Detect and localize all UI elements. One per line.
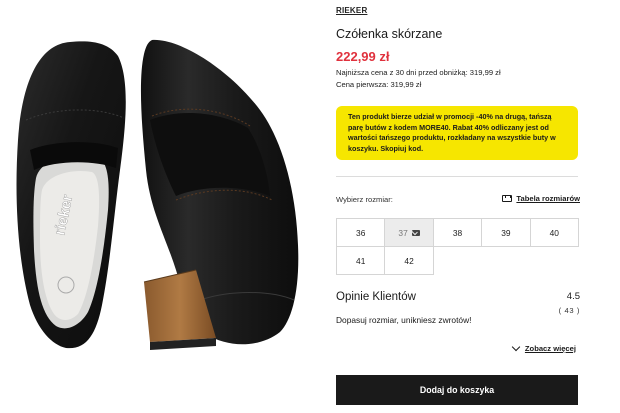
right-shoe bbox=[140, 39, 299, 350]
size-label: 38 bbox=[452, 227, 463, 238]
mail-icon bbox=[411, 229, 420, 236]
rating-count: ( 43 ) bbox=[558, 306, 580, 315]
size-label: 42 bbox=[404, 255, 414, 266]
size-option-40[interactable]: 40 bbox=[529, 218, 579, 247]
promo-banner[interactable]: Ten produkt bierze udział w promocji -40… bbox=[336, 106, 578, 160]
size-option-38[interactable]: 38 bbox=[432, 218, 483, 247]
size-label: 36 bbox=[356, 227, 366, 238]
size-option-36[interactable]: 36 bbox=[336, 218, 386, 247]
size-label: 40 bbox=[549, 227, 559, 238]
promo-line: koszyku. Skopiuj kod. bbox=[348, 143, 424, 153]
product-price: 222,99 zł bbox=[336, 49, 390, 64]
brand-link[interactable]: RIEKER bbox=[336, 6, 367, 15]
product-image[interactable]: rieker bbox=[0, 0, 318, 413]
promo-line: parę butów z kodem MORE40. Rabat 40% odl… bbox=[348, 122, 549, 132]
size-label: 41 bbox=[356, 255, 366, 266]
divider bbox=[336, 176, 578, 177]
size-option-42[interactable]: 42 bbox=[384, 246, 434, 275]
rating-value: 4.5 bbox=[566, 291, 580, 302]
see-more-label: Zobacz więcej bbox=[524, 344, 576, 353]
size-grid: 36 37 38 39 40 41 42 bbox=[336, 218, 579, 275]
add-to-cart-button[interactable]: Dodaj do koszyka bbox=[336, 375, 578, 405]
size-chart-label: Tabela rozmiarów bbox=[516, 194, 580, 203]
size-option-41[interactable]: 41 bbox=[336, 246, 386, 275]
shoe-photo: rieker bbox=[16, 39, 299, 350]
promo-line: wartości tańszego produktu, rozkładany n… bbox=[348, 133, 556, 142]
first-price-info: Cena pierwsza: 319,99 zł bbox=[336, 80, 422, 89]
product-title: Czółenka skórzane bbox=[336, 27, 443, 41]
see-more-link[interactable]: Zobacz więcej bbox=[511, 342, 576, 353]
size-label: 39 bbox=[501, 227, 511, 238]
size-option-39[interactable]: 39 bbox=[481, 218, 531, 247]
product-details-panel: RIEKER Czółenka skórzane 222,99 zł Najni… bbox=[336, 0, 580, 413]
left-shoe: rieker bbox=[16, 41, 126, 349]
size-label: 37 bbox=[398, 227, 408, 238]
reviews-title: Opinie Klientów bbox=[336, 291, 416, 303]
promo-line: Ten produkt bierze udział w promocji -40… bbox=[348, 112, 552, 121]
review-summary: Dopasuj rozmiar, unikniesz zwrotów! bbox=[336, 315, 472, 325]
size-option-37[interactable]: 37 bbox=[384, 218, 434, 247]
lowest-price-info: Najniższa cena z 30 dni przed obniżką: 3… bbox=[336, 68, 501, 77]
size-selector-label: Wybierz rozmiar: bbox=[336, 195, 393, 204]
chevron-down-icon bbox=[511, 342, 521, 352]
size-chart-link[interactable]: Tabela rozmiarów bbox=[502, 194, 580, 203]
ruler-icon bbox=[502, 195, 513, 202]
